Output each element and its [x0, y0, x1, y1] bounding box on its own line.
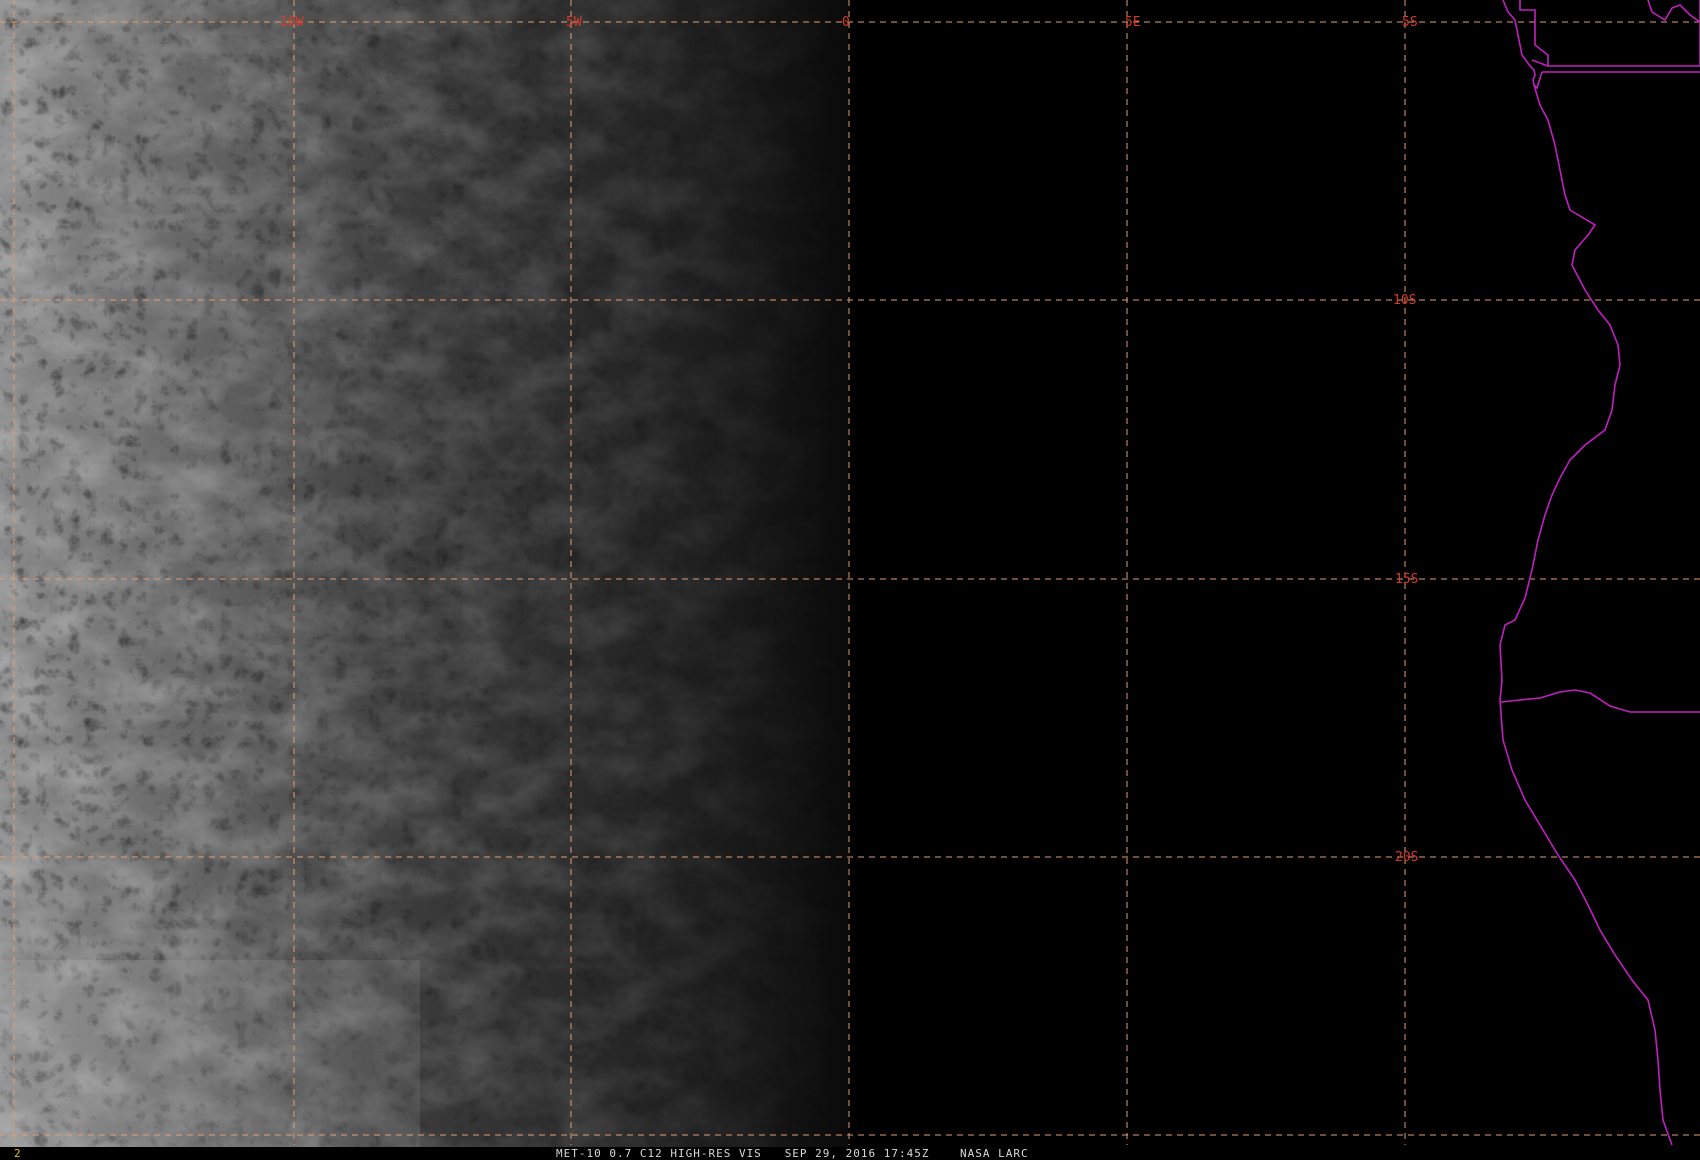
- frame-number: 2: [14, 1147, 21, 1160]
- lat-label-5s: 5S: [1402, 15, 1418, 30]
- caption-title: MET-10 0.7 C12 HIGH-RES VIS: [556, 1147, 762, 1160]
- cloud-imagery: [0, 0, 848, 1147]
- status-bar: 2 MET-10 0.7 C12 HIGH-RES VIS SEP 29, 20…: [0, 1146, 1700, 1160]
- lat-label-20s: 20S: [1395, 850, 1418, 865]
- lon-label-5w: 5W: [566, 15, 582, 30]
- lon-label-5e: 5E: [1125, 15, 1141, 30]
- caption-date: SEP 29, 2016: [784, 1147, 877, 1160]
- caption-time: 17:45Z: [883, 1147, 930, 1160]
- satellite-map: 10W 5W 0 5E 5S 10S 15S 20S: [0, 0, 1700, 1160]
- lon-label-0: 0: [842, 15, 850, 30]
- lat-label-10s: 10S: [1393, 293, 1416, 308]
- lon-label-10w: 10W: [280, 15, 304, 30]
- lat-label-15s: 15S: [1395, 572, 1418, 587]
- caption-source: NASA LARC: [960, 1147, 1029, 1160]
- image-caption: MET-10 0.7 C12 HIGH-RES VIS SEP 29, 2016…: [556, 1147, 1029, 1160]
